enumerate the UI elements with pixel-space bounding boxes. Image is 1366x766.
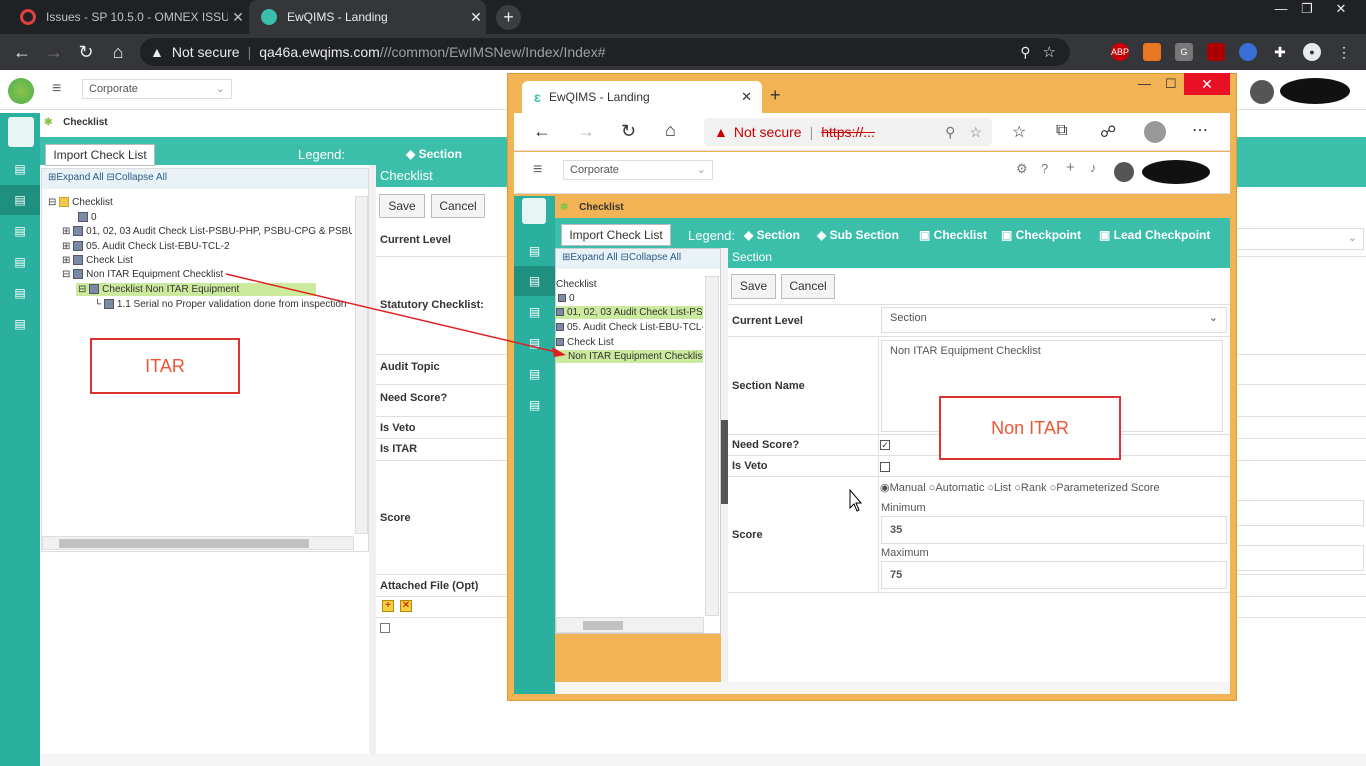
annotation-arrow (225, 273, 557, 353)
annotation-arrow-layer (225, 273, 863, 512)
annotation-arrowhead (552, 347, 566, 357)
mouse-cursor-icon (849, 488, 863, 512)
